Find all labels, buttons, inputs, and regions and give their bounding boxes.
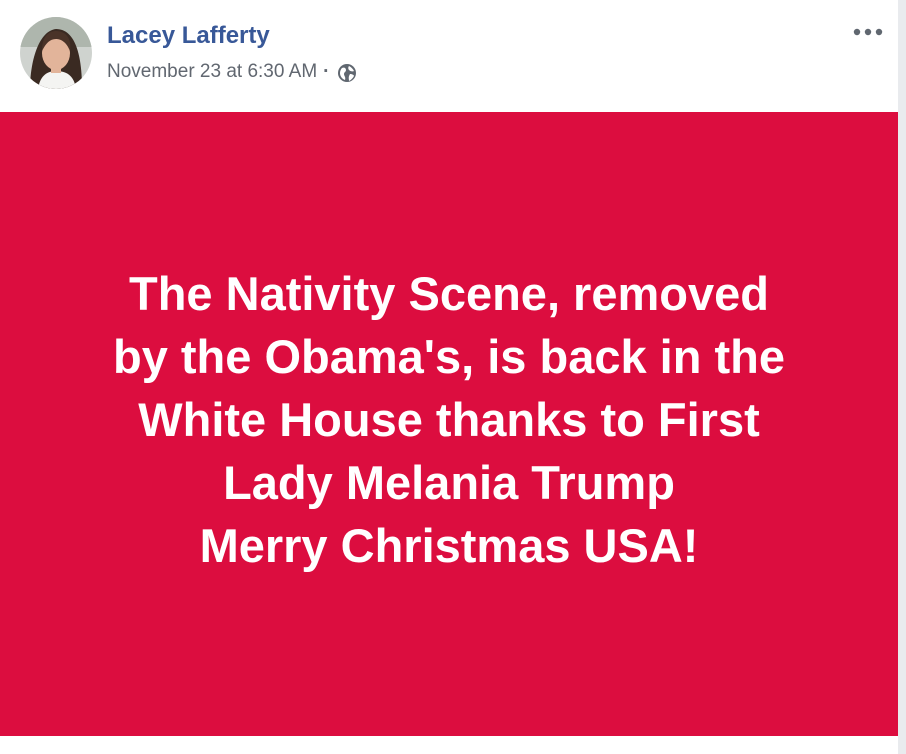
post-meta: November 23 at 6:30 AM · [107, 59, 358, 85]
globe-icon[interactable] [336, 62, 358, 84]
post-timestamp[interactable]: November 23 at 6:30 AM [107, 61, 317, 83]
profile-photo-icon [20, 17, 92, 89]
more-options-icon[interactable] [848, 20, 888, 44]
post-header: Lacey Lafferty November 23 at 6:30 AM · [0, 0, 898, 112]
meta-separator: · [323, 61, 330, 82]
page-gutter [898, 0, 906, 754]
author-name-link[interactable]: Lacey Lafferty [107, 22, 270, 50]
post-background-card: The Nativity Scene, removed by the Obama… [0, 112, 898, 736]
facebook-post: Lacey Lafferty November 23 at 6:30 AM · [0, 0, 898, 754]
author-avatar[interactable] [20, 17, 92, 89]
post-text: The Nativity Scene, removed by the Obama… [113, 266, 785, 572]
post-footer [0, 736, 898, 754]
